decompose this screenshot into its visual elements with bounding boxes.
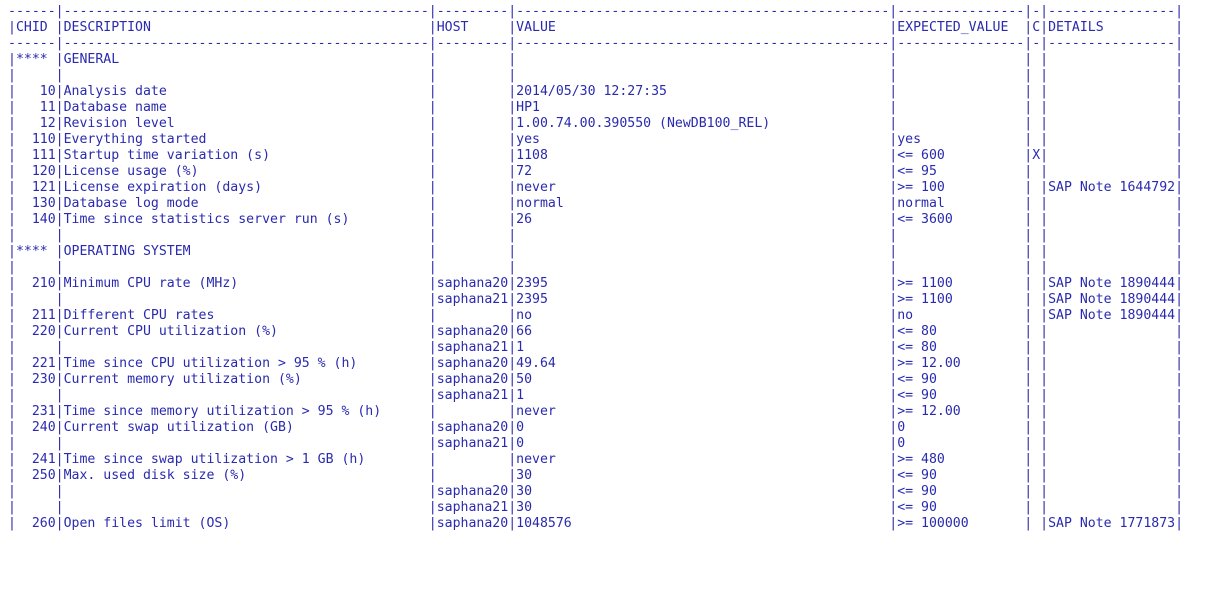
table-row: | 250|Max. used disk size (%) | |30 |<= …	[8, 468, 1204, 484]
table-row: | 11|Database name | |HP1 | | | |	[8, 100, 1204, 116]
table-row: | | |saphana21|0 |0 | | |	[8, 436, 1204, 452]
table-row: | 140|Time since statistics server run (…	[8, 212, 1204, 228]
divider-line: ------|---------------------------------…	[8, 36, 1204, 52]
report-output: ------|---------------------------------…	[0, 0, 1212, 536]
table-row: | | |saphana21|1 |<= 80 | | |	[8, 340, 1204, 356]
table-row: | 211|Different CPU rates | |no |no | |S…	[8, 308, 1204, 324]
table-row: | 111|Startup time variation (s) | |1108…	[8, 148, 1204, 164]
table-row: | 130|Database log mode | |normal |norma…	[8, 196, 1204, 212]
section-row: |**** |OPERATING SYSTEM | | | | | |	[8, 244, 1204, 260]
table-row: | 110|Everything started | |yes |yes | |…	[8, 132, 1204, 148]
table-row: | 120|License usage (%) | |72 |<= 95 | |…	[8, 164, 1204, 180]
table-row: | 230|Current memory utilization (%) |sa…	[8, 372, 1204, 388]
table-row: | 221|Time since CPU utilization > 95 % …	[8, 356, 1204, 372]
table-row: | 210|Minimum CPU rate (MHz) |saphana20|…	[8, 276, 1204, 292]
table-row: | 121|License expiration (days) | |never…	[8, 180, 1204, 196]
divider-line: ------|---------------------------------…	[8, 4, 1204, 20]
table-row: | 220|Current CPU utilization (%) |sapha…	[8, 324, 1204, 340]
table-row: | 241|Time since swap utilization > 1 GB…	[8, 452, 1204, 468]
table-row: | | |saphana21|1 |<= 90 | | |	[8, 388, 1204, 404]
section-row: |**** |GENERAL | | | | | |	[8, 52, 1204, 68]
blank-row: | | | | | | | |	[8, 68, 1204, 84]
table-row: | 10|Analysis date | |2014/05/30 12:27:3…	[8, 84, 1204, 100]
table-row: | 240|Current swap utilization (GB) |sap…	[8, 420, 1204, 436]
blank-row: | | | | | | | |	[8, 260, 1204, 276]
table-row: | | |saphana21|30 |<= 90 | | |	[8, 500, 1204, 516]
table-row: | | |saphana21|2395 |>= 1100 | |SAP Note…	[8, 292, 1204, 308]
table-row: | 231|Time since memory utilization > 95…	[8, 404, 1204, 420]
header-row: |CHID |DESCRIPTION |HOST |VALUE |EXPECTE…	[8, 20, 1204, 36]
table-row: | | |saphana20|30 |<= 90 | | |	[8, 484, 1204, 500]
table-row: | 260|Open files limit (OS) |saphana20|1…	[8, 516, 1204, 532]
table-row: | 12|Revision level | |1.00.74.00.390550…	[8, 116, 1204, 132]
blank-row: | | | | | | | |	[8, 228, 1204, 244]
